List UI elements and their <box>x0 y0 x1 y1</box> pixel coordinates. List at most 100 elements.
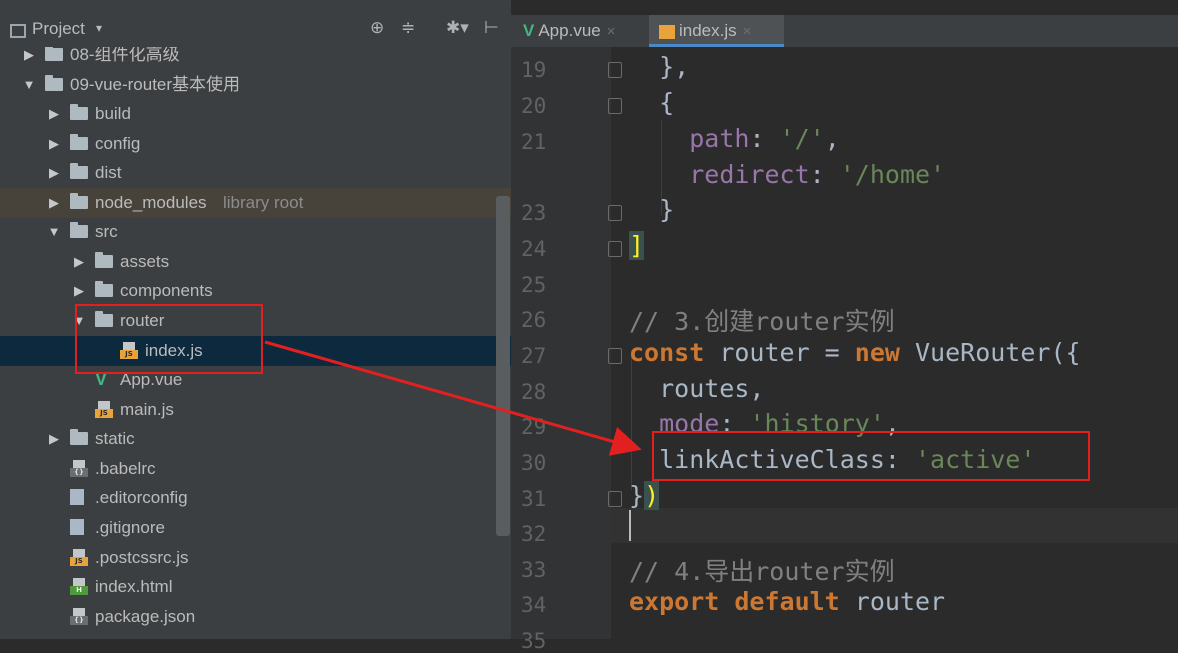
tree-item-label: 09-vue-router基本使用 <box>70 75 241 94</box>
code-line[interactable]: }, <box>629 52 689 81</box>
folder-icon <box>45 45 63 61</box>
tree-item-label: .editorconfig <box>95 488 188 507</box>
collapsed-arrow-icon[interactable]: ▶ <box>45 424 63 454</box>
tree-item-09-vue-router[interactable]: ▼ 09-vue-router基本使用 <box>0 70 511 100</box>
text-file-icon <box>70 519 84 535</box>
tree-item-label: build <box>95 104 131 123</box>
code-line[interactable]: export default router <box>629 587 945 616</box>
code-line[interactable]: path: '/', <box>629 124 840 153</box>
tree-item-src[interactable]: ▼ src <box>0 217 511 247</box>
folder-icon <box>70 193 88 209</box>
line-number: 30 <box>521 451 547 475</box>
fold-marker-icon[interactable] <box>608 241 622 257</box>
tree-item-index-html[interactable]: Hindex.html <box>0 572 511 602</box>
tree-item-label: .gitignore <box>95 518 165 537</box>
code-line[interactable]: redirect: '/home' <box>629 160 945 189</box>
tab-app-vue[interactable]: V App.vue × <box>523 15 647 47</box>
tab-label: index.js <box>679 21 737 40</box>
close-icon[interactable]: × <box>607 23 616 40</box>
fold-marker-icon[interactable] <box>608 98 622 114</box>
code-line[interactable]: { <box>629 88 674 117</box>
tree-item-build[interactable]: ▶ build <box>0 99 511 129</box>
line-number: 28 <box>521 380 547 404</box>
line-number: 33 <box>521 558 547 582</box>
tree-item-dist[interactable]: ▶ dist <box>0 158 511 188</box>
tree-item-editorconfig[interactable]: .editorconfig <box>0 483 511 513</box>
collapsed-arrow-icon[interactable]: ▶ <box>45 188 63 218</box>
tab-label: App.vue <box>538 21 601 40</box>
collapsed-arrow-icon[interactable]: ▶ <box>70 247 88 277</box>
tree-item-static[interactable]: ▶ static <box>0 424 511 454</box>
tree-item-label: main.js <box>120 400 174 419</box>
line-number: 35 <box>521 629 547 653</box>
line-number: 25 <box>521 273 547 297</box>
fold-marker-icon[interactable] <box>608 491 622 507</box>
fold-marker-icon[interactable] <box>608 348 622 364</box>
code-line[interactable]: routes, <box>629 374 764 403</box>
fold-marker-icon[interactable] <box>608 205 622 221</box>
collapsed-arrow-icon[interactable]: ▶ <box>45 99 63 129</box>
code-line[interactable]: ] <box>629 231 645 260</box>
config-file-icon: {} <box>70 608 88 625</box>
collapsed-arrow-icon[interactable]: ▶ <box>45 158 63 188</box>
folder-icon <box>70 163 88 179</box>
line-number: 21 <box>521 130 547 154</box>
collapsed-arrow-icon[interactable]: ▶ <box>70 276 88 306</box>
expanded-arrow-icon[interactable]: ▼ <box>45 217 63 247</box>
tree-item-label: index.html <box>95 577 173 596</box>
tree-item-label: components <box>120 281 213 300</box>
fold-marker-icon[interactable] <box>608 62 622 78</box>
tree-item-label: dist <box>95 163 122 182</box>
tree-item-label: config <box>95 134 141 153</box>
tree-item-label: assets <box>120 252 170 271</box>
line-number: 26 <box>521 308 547 332</box>
annotation-box-link-active-class <box>652 431 1090 481</box>
js-file-icon: JS <box>95 401 113 418</box>
tab-index-js[interactable]: index.js × <box>649 15 784 47</box>
tree-item-assets[interactable]: ▶ assets <box>0 247 511 277</box>
folder-icon <box>70 222 88 238</box>
html-file-icon: H <box>70 578 88 595</box>
code-line[interactable]: // 4.导出router实例 <box>629 552 895 588</box>
folder-icon <box>45 75 63 91</box>
tree-item-components[interactable]: ▶ components <box>0 276 511 306</box>
tree-item-label: .postcssrc.js <box>95 548 189 567</box>
project-view-title[interactable]: Project <box>32 19 85 39</box>
tree-item-postcssrc-js[interactable]: JS .postcssrc.js <box>0 543 511 573</box>
tree-item-node-modules[interactable]: ▶ node_modules library root <box>0 188 511 218</box>
project-panel-header: Project ▾ ⊕ ≑ ✱▾ ⊢ <box>0 15 511 47</box>
locate-icon[interactable]: ⊕ <box>370 18 384 38</box>
js-file-icon: JS <box>70 549 88 566</box>
folder-icon <box>95 281 113 297</box>
close-icon[interactable]: × <box>743 23 752 40</box>
code-line[interactable]: const router = new VueRouter({ <box>629 338 1081 367</box>
chevron-down-icon[interactable]: ▾ <box>96 21 102 35</box>
settings-gear-icon[interactable]: ✱▾ <box>446 18 469 38</box>
tree-item-package-json[interactable]: {} package.json <box>0 602 511 632</box>
tree-item-config[interactable]: ▶ config <box>0 129 511 159</box>
code-line[interactable]: // 3.创建router实例 <box>629 302 895 338</box>
line-number: 19 <box>521 58 547 82</box>
hide-panel-icon[interactable]: ⊢ <box>484 18 499 38</box>
tree-item-gitignore[interactable]: .gitignore <box>0 513 511 543</box>
collapse-all-icon[interactable]: ≑ <box>401 18 415 38</box>
folder-icon <box>70 429 88 445</box>
folder-icon <box>70 104 88 120</box>
line-number: 20 <box>521 94 547 118</box>
code-line[interactable]: }) <box>629 481 660 510</box>
expanded-arrow-icon[interactable]: ▼ <box>20 70 38 100</box>
tree-scrollbar[interactable] <box>496 196 510 536</box>
code-line[interactable]: } <box>629 195 674 224</box>
line-number: 23 <box>521 201 547 225</box>
collapsed-arrow-icon[interactable]: ▶ <box>45 129 63 159</box>
vue-icon: V <box>523 21 535 40</box>
config-file-icon: {} <box>70 460 88 477</box>
tree-item-main-js[interactable]: JS main.js <box>0 395 511 425</box>
line-number: 31 <box>521 487 547 511</box>
line-number: 27 <box>521 344 547 368</box>
tree-item-label: .babelrc <box>95 459 156 478</box>
text-caret <box>629 510 631 541</box>
line-number: 34 <box>521 593 547 617</box>
tree-item-babelrc[interactable]: {} .babelrc <box>0 454 511 484</box>
js-file-icon <box>659 24 675 39</box>
